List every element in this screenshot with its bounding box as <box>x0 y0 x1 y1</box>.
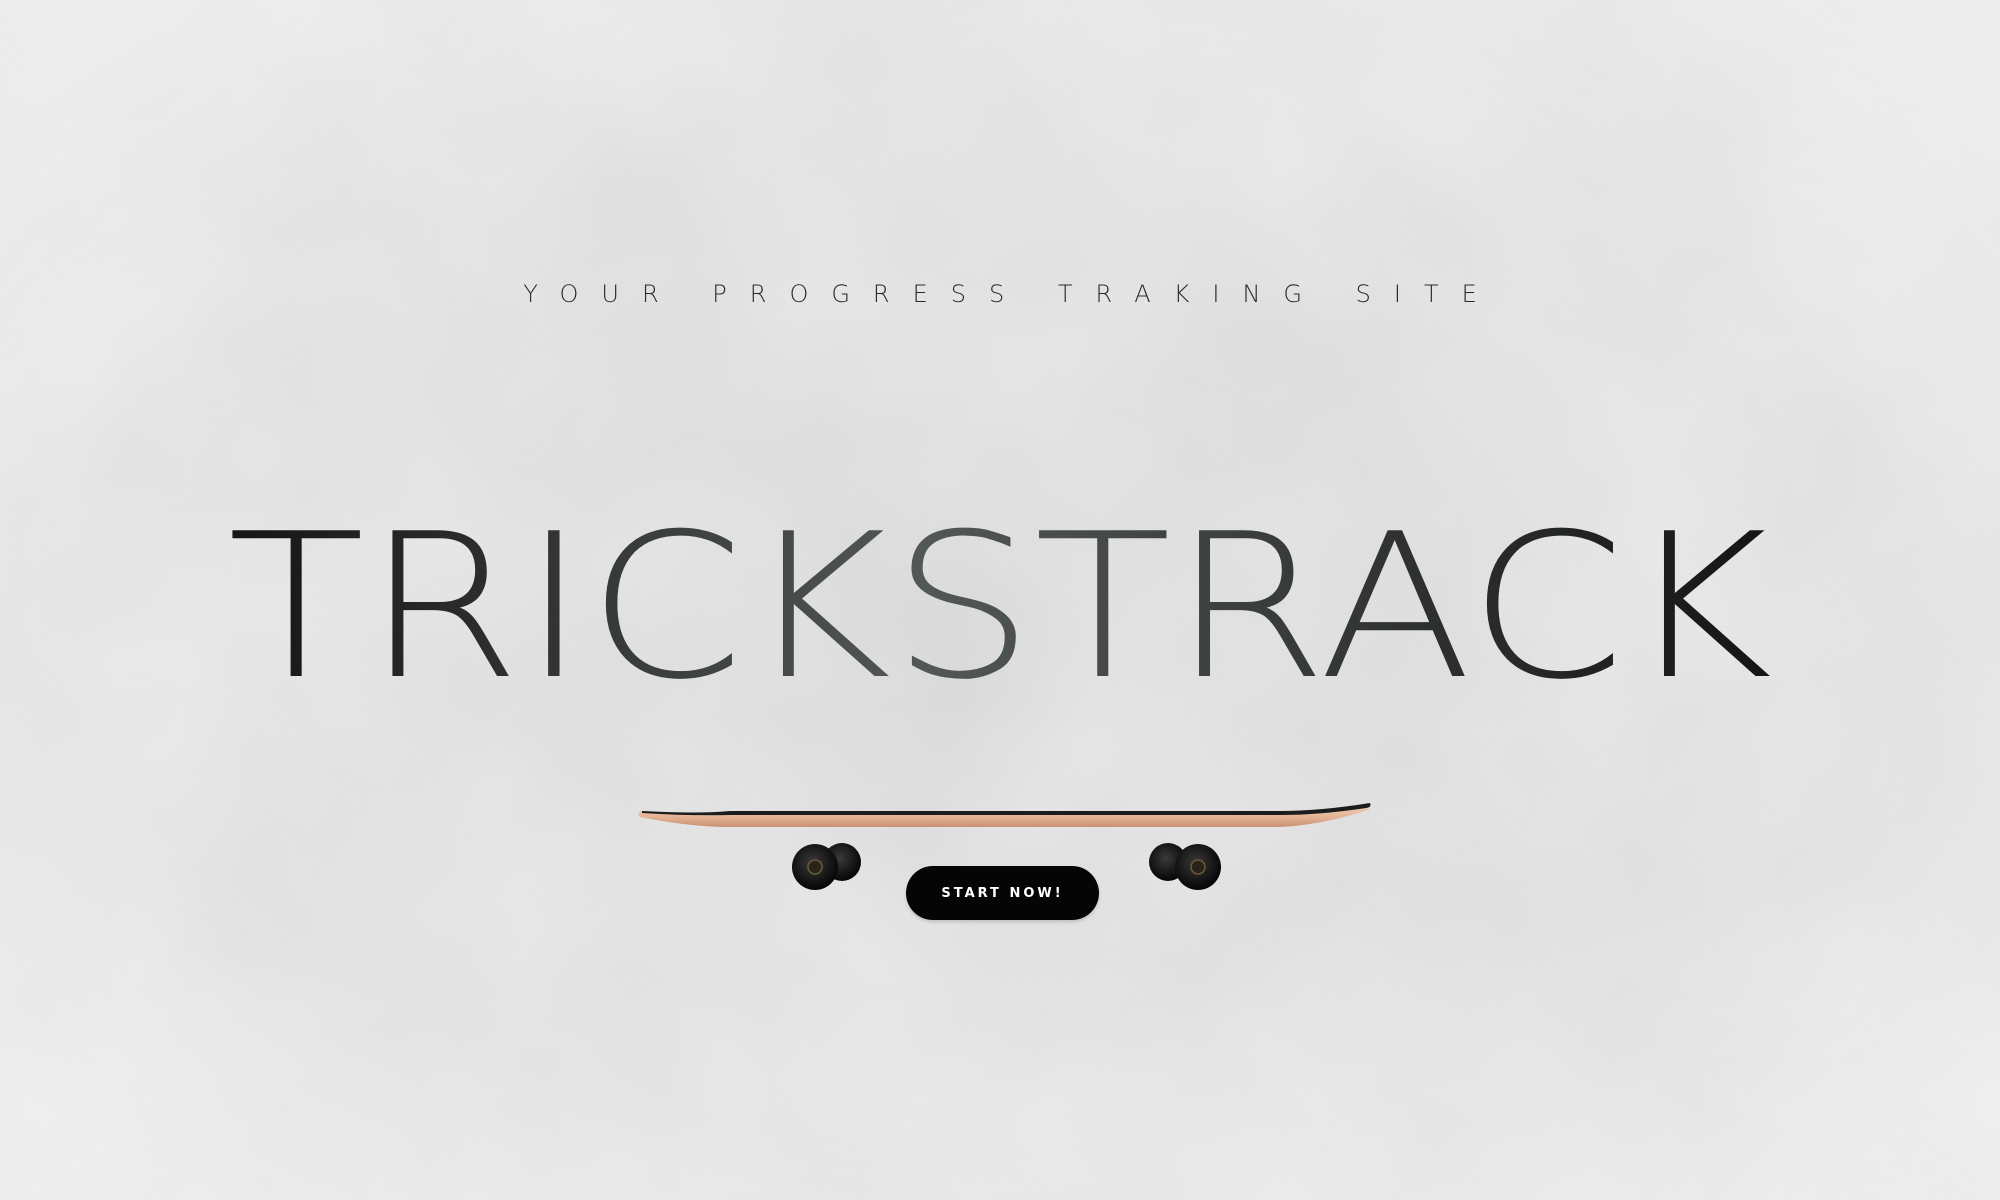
hero-tagline: YOUR PROGRESS TRAKING SITE <box>523 280 1500 308</box>
brand-title: TRICKSTRACK <box>0 498 2000 698</box>
brand-title-text: TRICKSTRACK <box>228 498 1773 698</box>
start-now-button[interactable]: START NOW! <box>906 866 1099 920</box>
